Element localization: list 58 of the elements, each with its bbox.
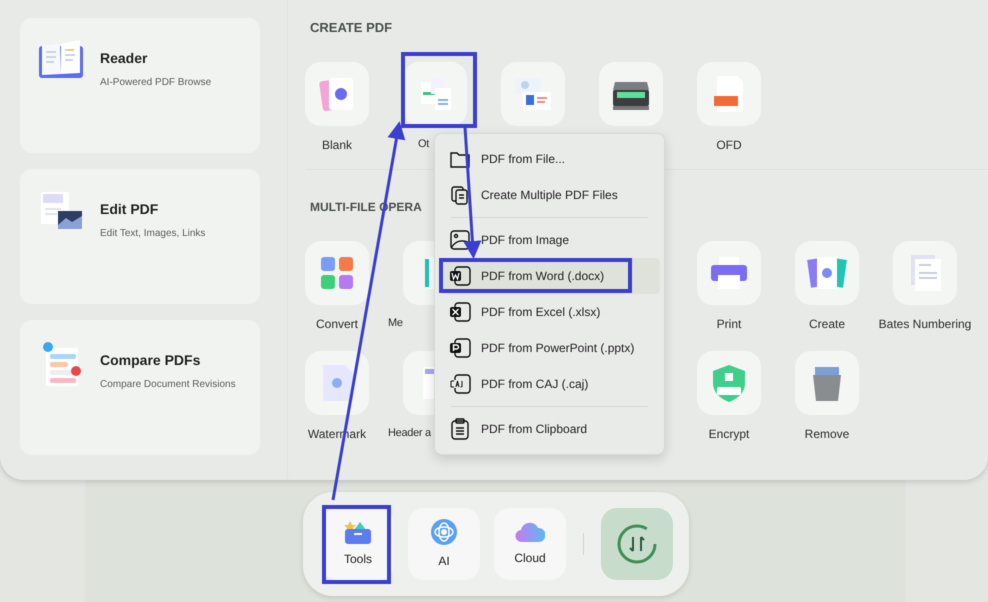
tile-label: Ot [418, 136, 430, 152]
tile-label: Encrypt [708, 426, 750, 442]
tile-label: Bates Numbering [878, 316, 972, 332]
tile-label: Header a [388, 426, 431, 440]
section-heading: CREATE PDF [310, 19, 394, 37]
tool-tile[interactable] [501, 62, 565, 126]
image-icon [450, 230, 470, 250]
tool-tile[interactable] [795, 350, 859, 414]
toolbox-icon [344, 520, 372, 544]
word-file-icon [449, 266, 471, 286]
feature-card[interactable]: Compare PDFs Compare Document Revisions [20, 320, 260, 455]
tile-label: OFD [716, 136, 742, 154]
card-subtitle: Edit Text, Images, Links [100, 227, 206, 241]
tile-label: Create [808, 316, 846, 332]
tool-tile[interactable] [305, 240, 369, 304]
book-icon [38, 40, 86, 80]
clipboard-icon [450, 418, 470, 440]
tool-tile[interactable] [305, 350, 369, 414]
menu-item[interactable]: PDF from PowerPoint (.pptx) [439, 330, 660, 366]
ai-orb-icon [430, 518, 458, 546]
cloud-icon [515, 521, 545, 543]
menu-item[interactable]: Create Multiple PDF Files [439, 177, 660, 213]
tool-tile[interactable] [697, 62, 761, 126]
tile-label: Print [716, 316, 742, 332]
sync-button[interactable] [601, 508, 673, 580]
edit-text-icon [40, 191, 84, 231]
tile-label: Me [388, 316, 403, 330]
menu-item[interactable]: PDF from File... [439, 141, 660, 177]
feature-card[interactable]: Reader AI-Powered PDF Browse [20, 18, 260, 153]
tool-tile[interactable] [893, 240, 957, 304]
menu-item[interactable]: PDF from Image [439, 222, 660, 258]
compare-document-icon [42, 342, 82, 388]
dock-button[interactable]: Cloud [494, 508, 566, 580]
tool-tile[interactable] [305, 62, 369, 126]
card-title: Edit PDF [100, 200, 160, 219]
sync-icon [616, 523, 658, 565]
tool-tile[interactable] [697, 240, 761, 304]
caj-file-icon [449, 374, 471, 394]
copy-document-icon [450, 185, 470, 205]
tool-tile[interactable] [599, 62, 663, 126]
menu-item[interactable]: PDF from Excel (.xlsx) [439, 294, 660, 330]
menu-item[interactable]: PDF from Clipboard [439, 411, 660, 447]
tool-tile[interactable] [795, 240, 859, 304]
tool-tile[interactable] [697, 350, 761, 414]
dock-button[interactable]: AI [408, 508, 480, 580]
folder-icon [450, 150, 470, 168]
tool-tile[interactable] [403, 62, 467, 126]
tile-label: Remove [804, 426, 850, 442]
card-subtitle: Compare Document Revisions [100, 378, 236, 392]
card-title: Compare PDFs [100, 351, 202, 370]
card-title: Reader [100, 49, 148, 68]
menu-item[interactable]: PDF from CAJ (.caj) [439, 366, 660, 402]
tile-label: Blank [322, 136, 352, 154]
powerpoint-file-icon [449, 338, 471, 358]
excel-file-icon [449, 302, 471, 322]
feature-card[interactable]: Edit PDF Edit Text, Images, Links [20, 169, 260, 304]
card-subtitle: AI-Powered PDF Browse [100, 76, 212, 90]
tile-label: Convert [316, 316, 358, 332]
